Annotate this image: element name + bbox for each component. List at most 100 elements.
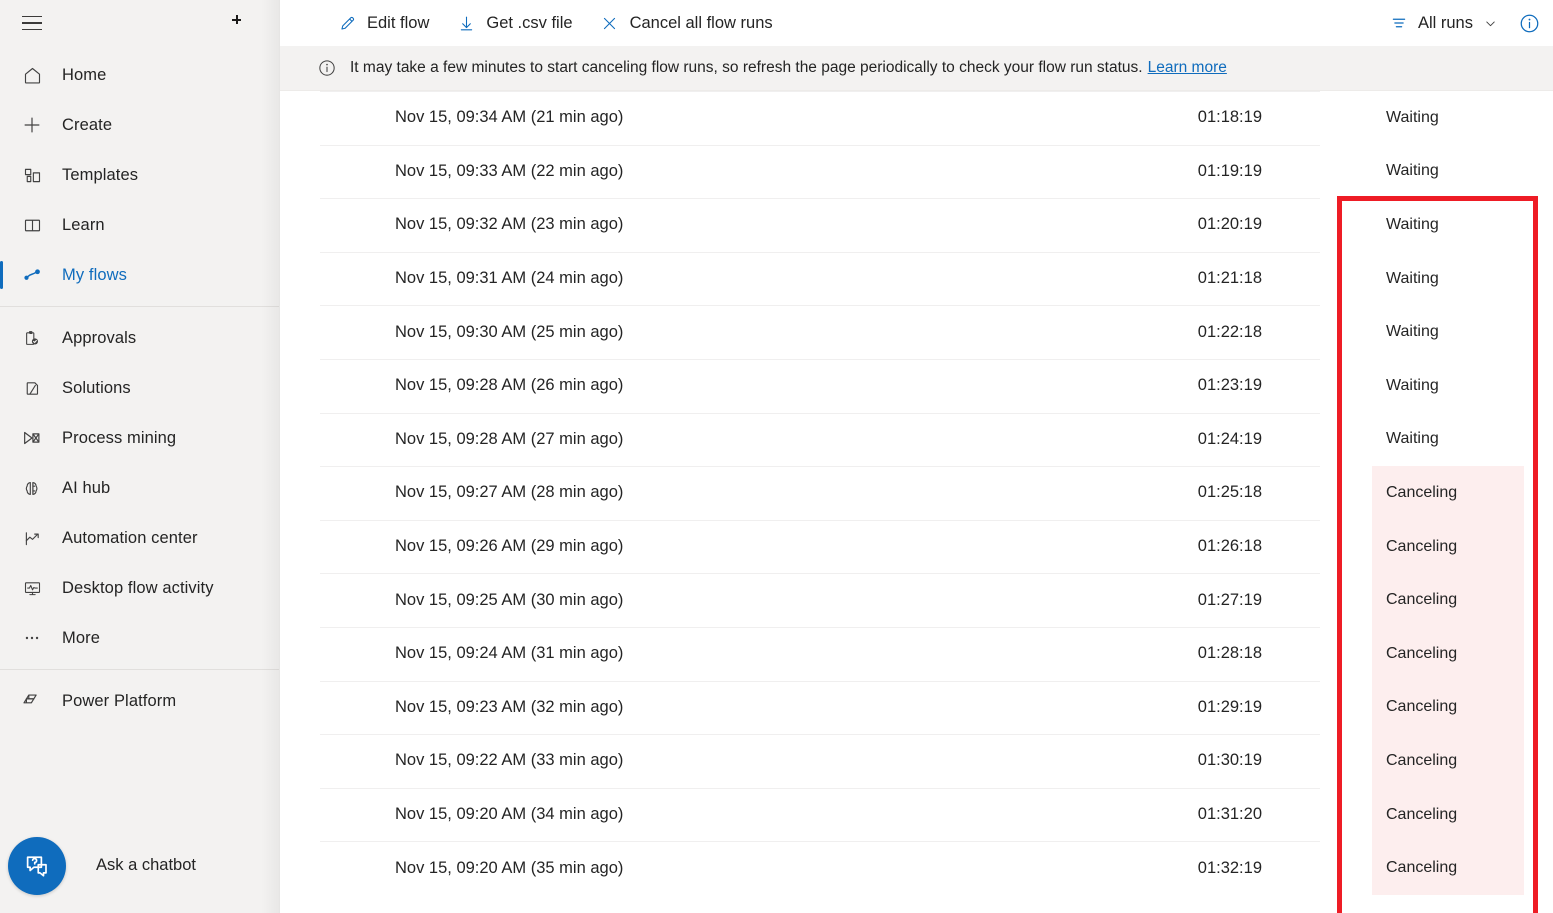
table-row[interactable]: Nov 15, 09:31 AM (24 min ago)01:21:18 Wai… [280,252,1553,306]
table-row[interactable]: Nov 15, 09:25 AM (30 min ago)01:27:19Can… [280,573,1553,627]
run-start-time-cell: Nov 15, 09:20 AM (35 min ago) [280,859,1000,878]
chatbot-label: Ask a chatbot [96,856,196,875]
run-status-cell: Canceling [1372,681,1524,735]
automation-center-icon [12,518,52,558]
table-row[interactable]: Nov 15, 09:24 AM (31 min ago)01:28:18Can… [280,627,1553,681]
run-status-cell: Canceling [1372,466,1524,520]
sidebar-item-process-mining[interactable]: Process mining [0,413,279,463]
all-runs-label: All runs [1418,14,1473,33]
templates-icon [12,155,52,195]
run-start-time-cell: Nov 15, 09:23 AM (32 min ago) [280,698,1000,717]
run-status-cell: Waiting [1372,305,1524,359]
sidebar-item-learn[interactable]: Learn [0,200,279,250]
app-root: Home Create Templates [0,0,1553,913]
flow-runs-rows: Nov 15, 09:34 AM (21 min ago)01:18:19Wai… [280,91,1553,895]
chatbot-launcher[interactable]: Ask a chatbot [0,818,280,913]
message-bar-text: It may take a few minutes to start cance… [350,59,1143,77]
run-status-cell: Waiting [1372,413,1524,467]
flow-runs-table: Nov 15, 09:34 AM (21 min ago)01:18:19Wai… [280,91,1553,913]
sidebar-item-ai-hub[interactable]: AI hub [0,463,279,513]
desktop-flow-activity-icon [12,568,52,608]
run-duration-cell: 01:20:19 [1000,215,1290,234]
run-duration-cell: 01:32:19 [1000,859,1290,878]
pencil-icon [336,12,358,34]
sidebar-item-templates[interactable]: Templates [0,150,279,200]
home-icon [12,55,52,95]
run-status-cell: Waiting [1372,198,1524,252]
book-icon [12,205,52,245]
sidebar-item-approvals[interactable]: Approvals [0,313,279,363]
table-row[interactable]: Nov 15, 09:28 AM (27 min ago)01:24:19 Wai… [280,413,1553,467]
hamburger-bar [22,29,42,30]
sidebar-item-desktop-flow-activity[interactable]: Desktop flow activity [0,563,279,613]
edit-flow-label: Edit flow [367,14,429,33]
sidebar-item-my-flows[interactable]: My flows [0,250,279,300]
get-csv-file-button[interactable]: Get .csv file [445,6,582,40]
sidebar-item-label: AI hub [62,479,110,498]
run-duration-cell: 01:28:18 [1000,644,1290,663]
run-status-cell: Canceling [1372,734,1524,788]
sidebar-item-label: Learn [62,216,105,235]
sidebar-item-power-platform[interactable]: Power Platform [0,676,279,726]
sidebar-divider [0,669,279,670]
sidebar-item-automation-center[interactable]: Automation center [0,513,279,563]
approvals-icon [12,318,52,358]
run-status-cell: Waiting [1372,91,1524,145]
cancel-info-message-bar: It may take a few minutes to start cance… [280,46,1553,91]
run-start-time-cell: Nov 15, 09:28 AM (27 min ago) [280,430,1000,449]
run-duration-cell: 01:24:19 [1000,430,1290,449]
table-row[interactable]: Nov 15, 09:26 AM (29 min ago)01:26:18Can… [280,520,1553,574]
sidebar-item-label: Create [62,116,112,135]
run-duration-cell: 01:23:19 [1000,376,1290,395]
run-status-cell: Waiting [1372,252,1524,306]
run-status-cell: Canceling [1372,788,1524,842]
run-status-cell: Canceling [1372,627,1524,681]
table-row[interactable]: Nov 15, 09:27 AM (28 min ago)01:25:18Can… [280,466,1553,520]
run-duration-cell: 01:29:19 [1000,698,1290,717]
left-navigation-sidebar: Home Create Templates [0,0,280,913]
process-mining-icon [12,418,52,458]
sidebar-item-label: Desktop flow activity [62,579,214,598]
table-row[interactable]: Nov 15, 09:33 AM (22 min ago)01:19:19Wai… [280,145,1553,199]
table-row[interactable]: Nov 15, 09:28 AM (26 min ago)01:23:19Wai… [280,359,1553,413]
table-row[interactable]: Nov 15, 09:22 AM (33 min ago)01:30:19 Can… [280,734,1553,788]
plus-icon [12,105,52,145]
run-start-time-cell: Nov 15, 09:30 AM (25 min ago) [280,323,1000,342]
global-nav-hamburger-button[interactable] [12,3,52,43]
hamburger-bar [22,16,42,17]
run-start-time-cell: Nov 15, 09:20 AM (34 min ago) [280,805,1000,824]
cancel-all-flow-runs-button[interactable]: Cancel all flow runs [589,6,783,40]
run-start-time-cell: Nov 15, 09:28 AM (26 min ago) [280,376,1000,395]
run-duration-cell: 01:30:19 [1000,751,1290,770]
sidebar-primary-list: Home Create Templates [0,46,279,726]
sidebar-item-create[interactable]: Create [0,100,279,150]
run-start-time-cell: Nov 15, 09:31 AM (24 min ago) [280,269,1000,288]
run-duration-cell: 01:22:18 [1000,323,1290,342]
mouse-cursor-crosshair [232,15,241,24]
table-row[interactable]: Nov 15, 09:34 AM (21 min ago)01:18:19Wai… [280,91,1553,145]
sidebar-item-more[interactable]: More [0,613,279,663]
all-runs-filter-button[interactable]: All runs [1383,6,1504,40]
edit-flow-button[interactable]: Edit flow [326,6,439,40]
chatbot-icon[interactable] [8,837,66,895]
table-row[interactable]: Nov 15, 09:20 AM (34 min ago)01:31:20 Can… [280,788,1553,842]
sidebar-item-label: My flows [62,266,127,285]
sidebar-item-label: Power Platform [62,692,176,711]
info-circle-icon[interactable] [1518,12,1541,35]
run-status-cell: Waiting [1372,145,1524,199]
table-row[interactable]: Nov 15, 09:23 AM (32 min ago)01:29:19 Can… [280,681,1553,735]
info-circle-icon [317,58,337,78]
table-row[interactable]: Nov 15, 09:20 AM (35 min ago)01:32:19Can… [280,841,1553,895]
sidebar-item-home[interactable]: Home [0,50,279,100]
run-duration-cell: 01:31:20 [1000,805,1290,824]
run-start-time-cell: Nov 15, 09:27 AM (28 min ago) [280,483,1000,502]
table-row[interactable]: Nov 15, 09:32 AM (23 min ago)01:20:19Wai… [280,198,1553,252]
get-csv-file-label: Get .csv file [486,14,572,33]
run-start-time-cell: Nov 15, 09:22 AM (33 min ago) [280,751,1000,770]
learn-more-link[interactable]: Learn more [1148,59,1227,77]
flow-icon [12,255,52,295]
run-duration-cell: 01:21:18 [1000,269,1290,288]
run-status-cell: Canceling [1372,520,1524,574]
sidebar-item-solutions[interactable]: Solutions [0,363,279,413]
table-row[interactable]: Nov 15, 09:30 AM (25 min ago)01:22:18 Wai… [280,305,1553,359]
